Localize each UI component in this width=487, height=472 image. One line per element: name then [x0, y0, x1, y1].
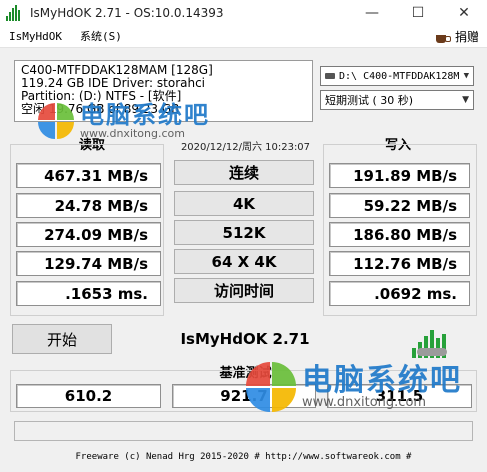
donate-label: 捐赠 [454, 30, 479, 44]
donate-button[interactable]: 捐赠 [435, 28, 479, 45]
test-4k-button[interactable]: 4K [174, 191, 314, 216]
read-512k-value: 274.09 MB/s [16, 222, 161, 247]
test-sequential-button[interactable]: 连续 [174, 160, 314, 185]
status-bar [14, 421, 473, 441]
test-access-time-button[interactable]: 访问时间 [174, 278, 314, 303]
benchmark-read-score: 610.2 [16, 384, 161, 408]
title-bar: IsMyHdOK 2.71 - OS:10.0.14393 — ☐ ✕ [0, 0, 487, 25]
start-button[interactable]: 开始 [12, 324, 112, 354]
write-64x4k-value: 112.76 MB/s [329, 251, 470, 276]
read-access-time-value: .1653 ms. [16, 281, 161, 306]
footer-text: Freeware (c) Nenad Hrg 2015-2020 # http:… [75, 452, 412, 462]
drive-info-box: C400-MTFDDAK128MAM [128G] 119.24 GB IDE … [14, 60, 313, 122]
write-sequential-value: 191.89 MB/s [329, 163, 470, 188]
benchmark-write-score: 311.5 [327, 384, 472, 408]
write-4k-value: 59.22 MB/s [329, 193, 470, 218]
drive-select-value: D:\ C400-MTFDDAK128M [339, 70, 460, 82]
drive-free-space: 空闲 19.76 GB of 89.23 GB [21, 102, 180, 116]
drive-select[interactable]: D:\ C400-MTFDDAK128M ▼ [320, 66, 474, 86]
app-name: IsMyHdOK 2.71 [180, 330, 310, 348]
write-512k-value: 186.80 MB/s [329, 222, 470, 247]
benchmark-total-score: 921.7 [172, 384, 316, 408]
hard-disk-icon [417, 348, 447, 356]
minimize-button[interactable]: — [349, 0, 395, 25]
write-access-time-value: .0692 ms. [329, 281, 470, 306]
chevron-down-icon: ▼ [462, 95, 469, 105]
menu-system[interactable]: 系统(S) [71, 28, 131, 44]
read-4k-value: 24.78 MB/s [16, 193, 161, 218]
app-icon [6, 4, 22, 21]
main-panel: C400-MTFDDAK128MAM [128G] 119.24 GB IDE … [0, 47, 487, 472]
menu-ismyhdok[interactable]: IsMyHdOK [0, 30, 71, 43]
drive-icon [325, 73, 335, 79]
maximize-button[interactable]: ☐ [395, 0, 441, 25]
close-button[interactable]: ✕ [441, 0, 487, 25]
read-64x4k-value: 129.74 MB/s [16, 251, 161, 276]
coffee-cup-icon [435, 30, 451, 44]
timestamp: 2020/12/12/周六 10:23:07 [180, 142, 311, 153]
test-duration-value: 短期测试 ( 30 秒) [325, 94, 414, 107]
chevron-down-icon: ▼ [463, 71, 469, 81]
test-64x4k-button[interactable]: 64 X 4K [174, 249, 314, 274]
test-duration-select[interactable]: 短期测试 ( 30 秒) ▼ [320, 90, 474, 110]
read-sequential-value: 467.31 MB/s [16, 163, 161, 188]
test-512k-button[interactable]: 512K [174, 220, 314, 245]
menu-bar: IsMyHdOK 系统(S) 捐赠 [0, 25, 487, 47]
window-title: IsMyHdOK 2.71 - OS:10.0.14393 [30, 5, 224, 20]
